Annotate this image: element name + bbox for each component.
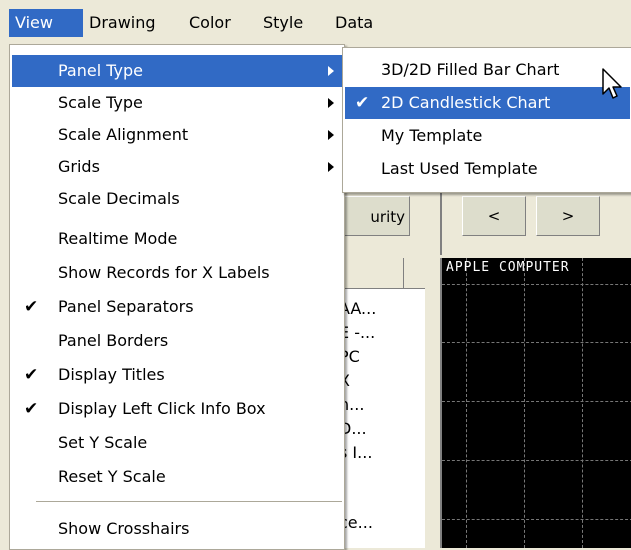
menu-item-set-y-scale[interactable]: Set Y Scale [12, 427, 342, 459]
menu-drawing[interactable]: Drawing [89, 9, 156, 37]
menu-item-label: Realtime Mode [58, 229, 178, 248]
checkmark-icon: ✔ [24, 297, 39, 317]
menu-item-label: Show Crosshairs [58, 519, 190, 538]
menu-item-label: Scale Alignment [58, 125, 189, 144]
menu-item-last-used-template[interactable]: Last Used Template [345, 153, 630, 185]
checkmark-icon: ✔ [355, 93, 370, 113]
menu-item-label: Show Records for X Labels [58, 263, 270, 282]
menu-item-label: Panel Type [58, 61, 143, 80]
menu-item-label: Reset Y Scale [58, 467, 166, 486]
menu-item-label: My Template [381, 126, 483, 145]
menu-item-label: Scale Decimals [58, 189, 180, 208]
menu-data[interactable]: Data [335, 9, 373, 37]
menu-bar: View Drawing Color Style Data [0, 0, 631, 42]
menu-item-label: Display Titles [58, 365, 165, 384]
checkmark-icon: ✔ [24, 399, 39, 419]
menu-item-label: Set Y Scale [58, 433, 148, 452]
menu-view[interactable]: View [9, 9, 83, 37]
menu-item-label: Grids [58, 157, 100, 176]
menu-item-panel-separators[interactable]: ✔ Panel Separators [12, 291, 342, 323]
submenu-arrow-icon [328, 98, 334, 108]
grid-line [466, 258, 467, 548]
menu-item-show-records[interactable]: Show Records for X Labels [12, 257, 342, 289]
menu-item-panel-borders[interactable]: Panel Borders [12, 325, 342, 357]
menu-separator [36, 501, 342, 502]
mouse-cursor-icon [602, 68, 622, 99]
menu-item-filled-bar-chart[interactable]: 3D/2D Filled Bar Chart [345, 54, 630, 86]
menu-item-scale-alignment[interactable]: Scale Alignment [12, 119, 342, 151]
panel-type-submenu: 3D/2D Filled Bar Chart ✔ 2D Candlestick … [342, 47, 631, 193]
menu-item-scale-decimals[interactable]: Scale Decimals [12, 183, 342, 215]
menu-item-label: Scale Type [58, 93, 143, 112]
checkmark-icon: ✔ [24, 365, 39, 385]
submenu-arrow-icon [328, 66, 334, 76]
grid-line [442, 342, 631, 343]
menu-item-scale-type[interactable]: Scale Type [12, 87, 342, 119]
menu-item-panel-type[interactable]: Panel Type [12, 55, 342, 87]
menu-item-show-crosshairs[interactable]: Show Crosshairs [12, 513, 342, 545]
menu-item-label: Panel Separators [58, 297, 194, 316]
menu-item-label: 2D Candlestick Chart [381, 93, 551, 112]
menu-item-label: Last Used Template [381, 159, 538, 178]
grid-line [442, 460, 631, 461]
view-menu: Panel Type Scale Type Scale Alignment Gr… [9, 44, 345, 550]
menu-item-display-info-box[interactable]: ✔ Display Left Click Info Box [12, 393, 342, 425]
chart-title: APPLE COMPUTER [446, 260, 570, 275]
menu-item-candlestick-chart[interactable]: ✔ 2D Candlestick Chart [345, 87, 630, 119]
submenu-arrow-icon [328, 162, 334, 172]
chart-panel[interactable]: APPLE COMPUTER [440, 258, 631, 548]
grid-line [442, 519, 631, 520]
menu-item-realtime-mode[interactable]: Realtime Mode [12, 223, 342, 255]
grid-line [524, 258, 525, 548]
menu-item-label: Display Left Click Info Box [58, 399, 266, 418]
nav-panel [440, 188, 631, 255]
grid-line [442, 401, 631, 402]
grid-line [582, 258, 583, 548]
submenu-arrow-icon [328, 130, 334, 140]
menu-style[interactable]: Style [263, 9, 303, 37]
menu-item-display-titles[interactable]: ✔ Display Titles [12, 359, 342, 391]
menu-item-label: 3D/2D Filled Bar Chart [381, 60, 560, 79]
grid-line [442, 284, 631, 285]
menu-item-label: Panel Borders [58, 331, 169, 350]
menu-item-reset-y-scale[interactable]: Reset Y Scale [12, 461, 342, 493]
menu-color[interactable]: Color [189, 9, 231, 37]
menu-item-my-template[interactable]: My Template [345, 120, 630, 152]
menu-item-grids[interactable]: Grids [12, 151, 342, 183]
